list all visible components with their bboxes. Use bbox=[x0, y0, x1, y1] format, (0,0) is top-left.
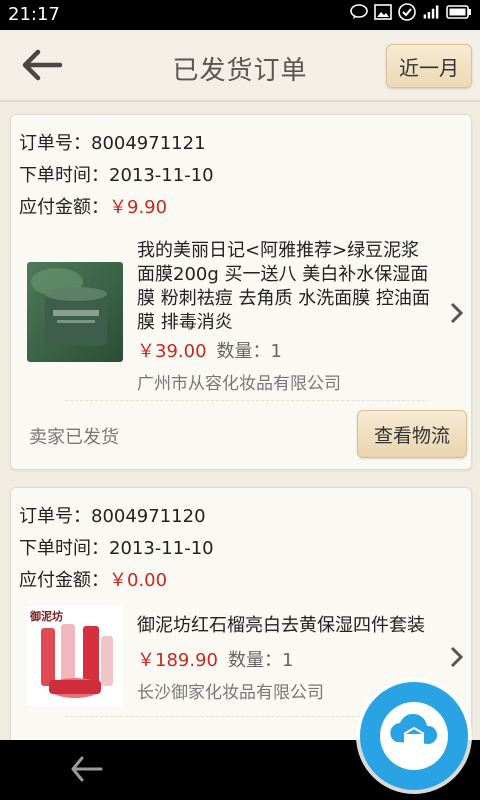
order-number-label: 订单号： bbox=[19, 133, 91, 154]
order-number-row: 订单号：8004971120 bbox=[19, 502, 206, 528]
order-amount: ￥9.90 bbox=[109, 197, 168, 218]
order-number-label: 订单号： bbox=[19, 506, 91, 527]
order-date-label: 下单时间： bbox=[19, 538, 109, 559]
order-status: 卖家已发货 bbox=[29, 427, 119, 448]
seller-company: 长沙御家化妆品有限公司 bbox=[137, 683, 324, 703]
product-price: ￥39.00 bbox=[137, 341, 207, 362]
order-card: 订单号：8004971121 下单时间：2013-11-10 应付金额：￥9.9… bbox=[10, 114, 472, 470]
product-quantity: 数量：1 bbox=[227, 650, 294, 671]
date-range-button[interactable]: 近一月 bbox=[386, 44, 472, 88]
order-date: 2013-11-10 bbox=[109, 165, 214, 186]
order-date-row: 下单时间：2013-11-10 bbox=[19, 534, 214, 560]
status-bar: 21:17 bbox=[0, 0, 480, 30]
product-image: 御泥坊 bbox=[27, 606, 123, 706]
order-date-row: 下单时间：2013-11-10 bbox=[19, 161, 214, 187]
status-time: 21:17 bbox=[8, 4, 60, 25]
battery-icon bbox=[446, 3, 472, 21]
view-logistics-button[interactable]: 查看物流 bbox=[357, 410, 467, 458]
status-icons bbox=[350, 3, 472, 21]
product-price-row: ￥189.90 数量：1 bbox=[137, 646, 293, 672]
order-amount-row: 应付金额：￥9.90 bbox=[19, 193, 167, 219]
nav-back-button[interactable] bbox=[70, 754, 104, 784]
order-amount: ￥0.00 bbox=[109, 570, 168, 591]
product-name: 我的美丽日记<阿雅推荐>绿豆泥浆面膜200g 买一送八 美白补水保湿面膜 粉刺祛… bbox=[137, 240, 430, 333]
product-image bbox=[27, 262, 123, 362]
header-bar: 已发货订单 近一月 bbox=[0, 30, 480, 102]
seller-company: 广州市从容化妆品有限公司 bbox=[137, 374, 341, 394]
product-quantity: 数量：1 bbox=[216, 341, 282, 362]
chat-icon bbox=[350, 3, 368, 21]
order-number: 8004971121 bbox=[91, 133, 206, 154]
nav-back-icon bbox=[71, 756, 103, 782]
chevron-right-icon bbox=[450, 302, 464, 324]
chevron-right-icon bbox=[450, 646, 464, 668]
order-amount-label: 应付金额： bbox=[19, 570, 109, 591]
order-number-row: 订单号：8004971121 bbox=[19, 129, 206, 155]
order-date: 2013-11-10 bbox=[109, 538, 214, 559]
order-number: 8004971120 bbox=[91, 506, 206, 527]
divider bbox=[65, 400, 425, 401]
product-price: ￥189.90 bbox=[137, 650, 218, 671]
image-icon bbox=[374, 3, 392, 21]
signal-icon bbox=[422, 3, 440, 21]
order-amount-row: 应付金额：￥0.00 bbox=[19, 566, 167, 592]
check-circle-icon bbox=[398, 3, 416, 21]
product-name: 御泥坊红石榴亮白去黄保湿四件套装 bbox=[137, 615, 425, 636]
order-amount-label: 应付金额： bbox=[19, 197, 109, 218]
product-price-row: ￥39.00 数量：1 bbox=[137, 337, 282, 363]
order-date-label: 下单时间： bbox=[19, 165, 109, 186]
watermark-logo bbox=[354, 676, 474, 796]
